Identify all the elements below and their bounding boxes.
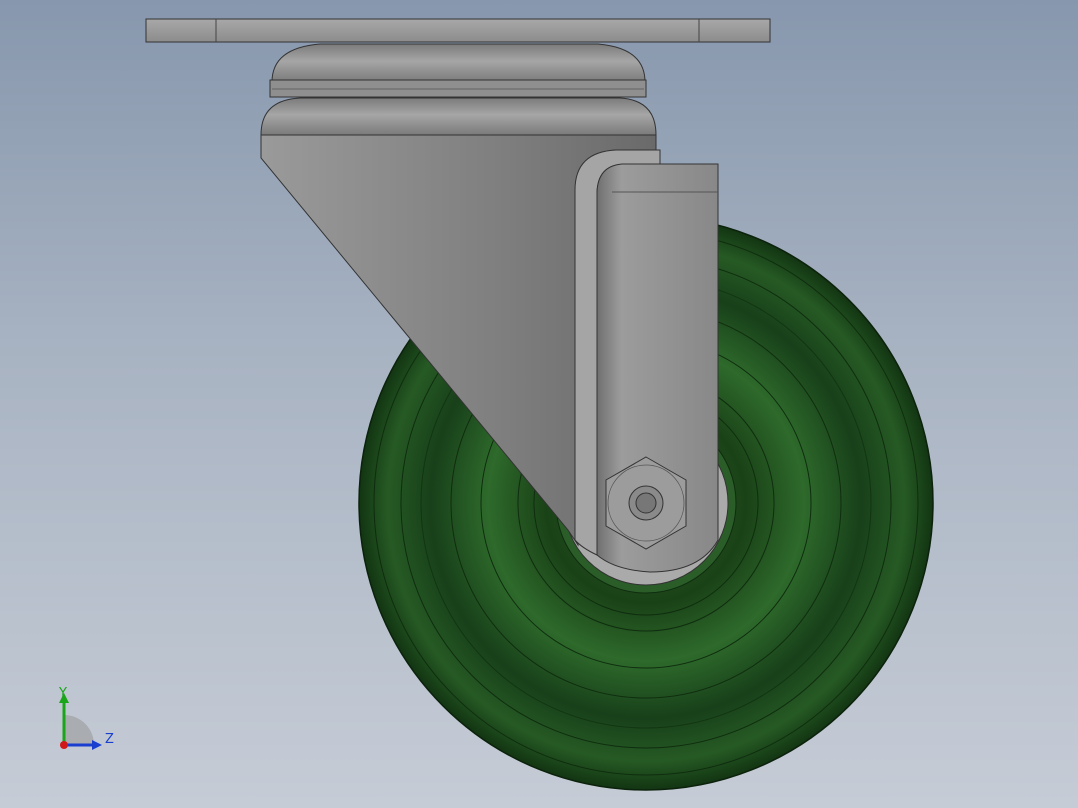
triad-quadrant — [64, 715, 94, 745]
z-axis-arrowhead — [92, 740, 102, 750]
orientation-triad: Y Z — [58, 686, 114, 750]
z-axis-label: Z — [105, 732, 114, 747]
x-axis-point — [60, 741, 68, 749]
y-axis-label: Y — [58, 686, 67, 701]
top-plate[interactable] — [145, 18, 771, 43]
swivel-race[interactable] — [269, 43, 647, 98]
cad-viewport[interactable] — [0, 0, 1078, 808]
